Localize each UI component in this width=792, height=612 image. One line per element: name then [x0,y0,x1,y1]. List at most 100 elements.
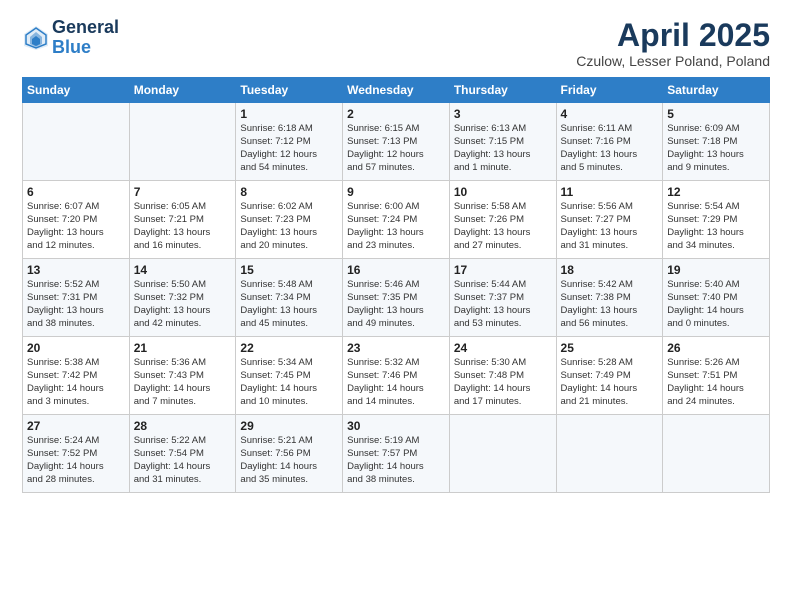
calendar-cell: 6 Sunrise: 6:07 AM Sunset: 7:20 PM Daylig… [23,181,130,259]
day-number: 29 [240,419,338,433]
day-number: 16 [347,263,445,277]
cell-detail: Sunrise: 5:24 AM Sunset: 7:52 PM Dayligh… [27,435,125,486]
cell-detail: Sunrise: 5:34 AM Sunset: 7:45 PM Dayligh… [240,357,338,408]
cell-detail: Sunrise: 5:36 AM Sunset: 7:43 PM Dayligh… [134,357,232,408]
col-header-wednesday: Wednesday [343,78,450,103]
day-number: 30 [347,419,445,433]
cell-detail: Sunrise: 5:58 AM Sunset: 7:26 PM Dayligh… [454,201,552,252]
day-number: 26 [667,341,765,355]
col-header-saturday: Saturday [663,78,770,103]
cell-detail: Sunrise: 6:13 AM Sunset: 7:15 PM Dayligh… [454,123,552,174]
calendar-cell: 12 Sunrise: 5:54 AM Sunset: 7:29 PM Dayli… [663,181,770,259]
cell-detail: Sunrise: 5:21 AM Sunset: 7:56 PM Dayligh… [240,435,338,486]
day-number: 1 [240,107,338,121]
calendar-cell: 21 Sunrise: 5:36 AM Sunset: 7:43 PM Dayli… [129,337,236,415]
calendar-cell: 25 Sunrise: 5:28 AM Sunset: 7:49 PM Dayli… [556,337,663,415]
cell-detail: Sunrise: 5:44 AM Sunset: 7:37 PM Dayligh… [454,279,552,330]
logo-text: General Blue [52,18,119,58]
calendar-cell: 1 Sunrise: 6:18 AM Sunset: 7:12 PM Daylig… [236,103,343,181]
calendar-header-row: SundayMondayTuesdayWednesdayThursdayFrid… [23,78,770,103]
cell-detail: Sunrise: 5:52 AM Sunset: 7:31 PM Dayligh… [27,279,125,330]
cell-detail: Sunrise: 5:38 AM Sunset: 7:42 PM Dayligh… [27,357,125,408]
cell-detail: Sunrise: 5:40 AM Sunset: 7:40 PM Dayligh… [667,279,765,330]
col-header-friday: Friday [556,78,663,103]
calendar-cell: 16 Sunrise: 5:46 AM Sunset: 7:35 PM Dayli… [343,259,450,337]
calendar-cell [449,415,556,493]
cell-detail: Sunrise: 5:30 AM Sunset: 7:48 PM Dayligh… [454,357,552,408]
day-number: 9 [347,185,445,199]
day-number: 7 [134,185,232,199]
calendar-cell: 22 Sunrise: 5:34 AM Sunset: 7:45 PM Dayli… [236,337,343,415]
cell-detail: Sunrise: 5:54 AM Sunset: 7:29 PM Dayligh… [667,201,765,252]
calendar-cell: 30Sunrise: 5:19 AM Sunset: 7:57 PM Dayli… [343,415,450,493]
day-number: 27 [27,419,125,433]
calendar-cell: 20 Sunrise: 5:38 AM Sunset: 7:42 PM Dayli… [23,337,130,415]
calendar-cell [556,415,663,493]
day-number: 13 [27,263,125,277]
day-number: 3 [454,107,552,121]
subtitle: Czulow, Lesser Poland, Poland [576,53,770,69]
calendar-cell: 23 Sunrise: 5:32 AM Sunset: 7:46 PM Dayli… [343,337,450,415]
calendar-cell: 7 Sunrise: 6:05 AM Sunset: 7:21 PM Daylig… [129,181,236,259]
day-number: 10 [454,185,552,199]
day-number: 17 [454,263,552,277]
logo: General Blue [22,18,119,58]
calendar-cell: 15Sunrise: 5:48 AM Sunset: 7:34 PM Dayli… [236,259,343,337]
calendar-week-row: 27 Sunrise: 5:24 AM Sunset: 7:52 PM Dayli… [23,415,770,493]
cell-detail: Sunrise: 6:07 AM Sunset: 7:20 PM Dayligh… [27,201,125,252]
day-number: 14 [134,263,232,277]
day-number: 18 [561,263,659,277]
calendar-cell [663,415,770,493]
col-header-monday: Monday [129,78,236,103]
cell-detail: Sunrise: 6:18 AM Sunset: 7:12 PM Dayligh… [240,123,338,174]
day-number: 22 [240,341,338,355]
calendar-table: SundayMondayTuesdayWednesdayThursdayFrid… [22,77,770,493]
calendar-cell: 17 Sunrise: 5:44 AM Sunset: 7:37 PM Dayli… [449,259,556,337]
cell-detail: Sunrise: 5:56 AM Sunset: 7:27 PM Dayligh… [561,201,659,252]
cell-detail: Sunrise: 5:46 AM Sunset: 7:35 PM Dayligh… [347,279,445,330]
cell-detail: Sunrise: 6:05 AM Sunset: 7:21 PM Dayligh… [134,201,232,252]
calendar-cell: 29 Sunrise: 5:21 AM Sunset: 7:56 PM Dayli… [236,415,343,493]
page: General Blue April 2025 Czulow, Lesser P… [0,0,792,612]
day-number: 8 [240,185,338,199]
day-number: 15 [240,263,338,277]
calendar-week-row: 20 Sunrise: 5:38 AM Sunset: 7:42 PM Dayli… [23,337,770,415]
day-number: 12 [667,185,765,199]
calendar-cell: 18Sunrise: 5:42 AM Sunset: 7:38 PM Dayli… [556,259,663,337]
calendar-cell [23,103,130,181]
day-number: 6 [27,185,125,199]
calendar-week-row: 13 Sunrise: 5:52 AM Sunset: 7:31 PM Dayli… [23,259,770,337]
calendar-cell: 19 Sunrise: 5:40 AM Sunset: 7:40 PM Dayli… [663,259,770,337]
calendar-cell: 27 Sunrise: 5:24 AM Sunset: 7:52 PM Dayli… [23,415,130,493]
day-number: 19 [667,263,765,277]
calendar-cell: 13 Sunrise: 5:52 AM Sunset: 7:31 PM Dayli… [23,259,130,337]
calendar-cell [129,103,236,181]
day-number: 24 [454,341,552,355]
day-number: 20 [27,341,125,355]
cell-detail: Sunrise: 5:50 AM Sunset: 7:32 PM Dayligh… [134,279,232,330]
calendar-cell: 5Sunrise: 6:09 AM Sunset: 7:18 PM Daylig… [663,103,770,181]
cell-detail: Sunrise: 5:28 AM Sunset: 7:49 PM Dayligh… [561,357,659,408]
logo-icon [22,24,50,52]
main-title: April 2025 [576,18,770,53]
day-number: 28 [134,419,232,433]
day-number: 23 [347,341,445,355]
day-number: 25 [561,341,659,355]
day-number: 11 [561,185,659,199]
calendar-cell: 9 Sunrise: 6:00 AM Sunset: 7:24 PM Daylig… [343,181,450,259]
col-header-thursday: Thursday [449,78,556,103]
cell-detail: Sunrise: 6:00 AM Sunset: 7:24 PM Dayligh… [347,201,445,252]
cell-detail: Sunrise: 5:26 AM Sunset: 7:51 PM Dayligh… [667,357,765,408]
cell-detail: Sunrise: 6:09 AM Sunset: 7:18 PM Dayligh… [667,123,765,174]
day-number: 4 [561,107,659,121]
day-number: 21 [134,341,232,355]
col-header-sunday: Sunday [23,78,130,103]
calendar-cell: 14 Sunrise: 5:50 AM Sunset: 7:32 PM Dayli… [129,259,236,337]
header: General Blue April 2025 Czulow, Lesser P… [22,18,770,69]
day-number: 2 [347,107,445,121]
cell-detail: Sunrise: 5:32 AM Sunset: 7:46 PM Dayligh… [347,357,445,408]
title-block: April 2025 Czulow, Lesser Poland, Poland [576,18,770,69]
cell-detail: Sunrise: 6:15 AM Sunset: 7:13 PM Dayligh… [347,123,445,174]
calendar-cell: 4Sunrise: 6:11 AM Sunset: 7:16 PM Daylig… [556,103,663,181]
calendar-cell: 3 Sunrise: 6:13 AM Sunset: 7:15 PM Daylig… [449,103,556,181]
